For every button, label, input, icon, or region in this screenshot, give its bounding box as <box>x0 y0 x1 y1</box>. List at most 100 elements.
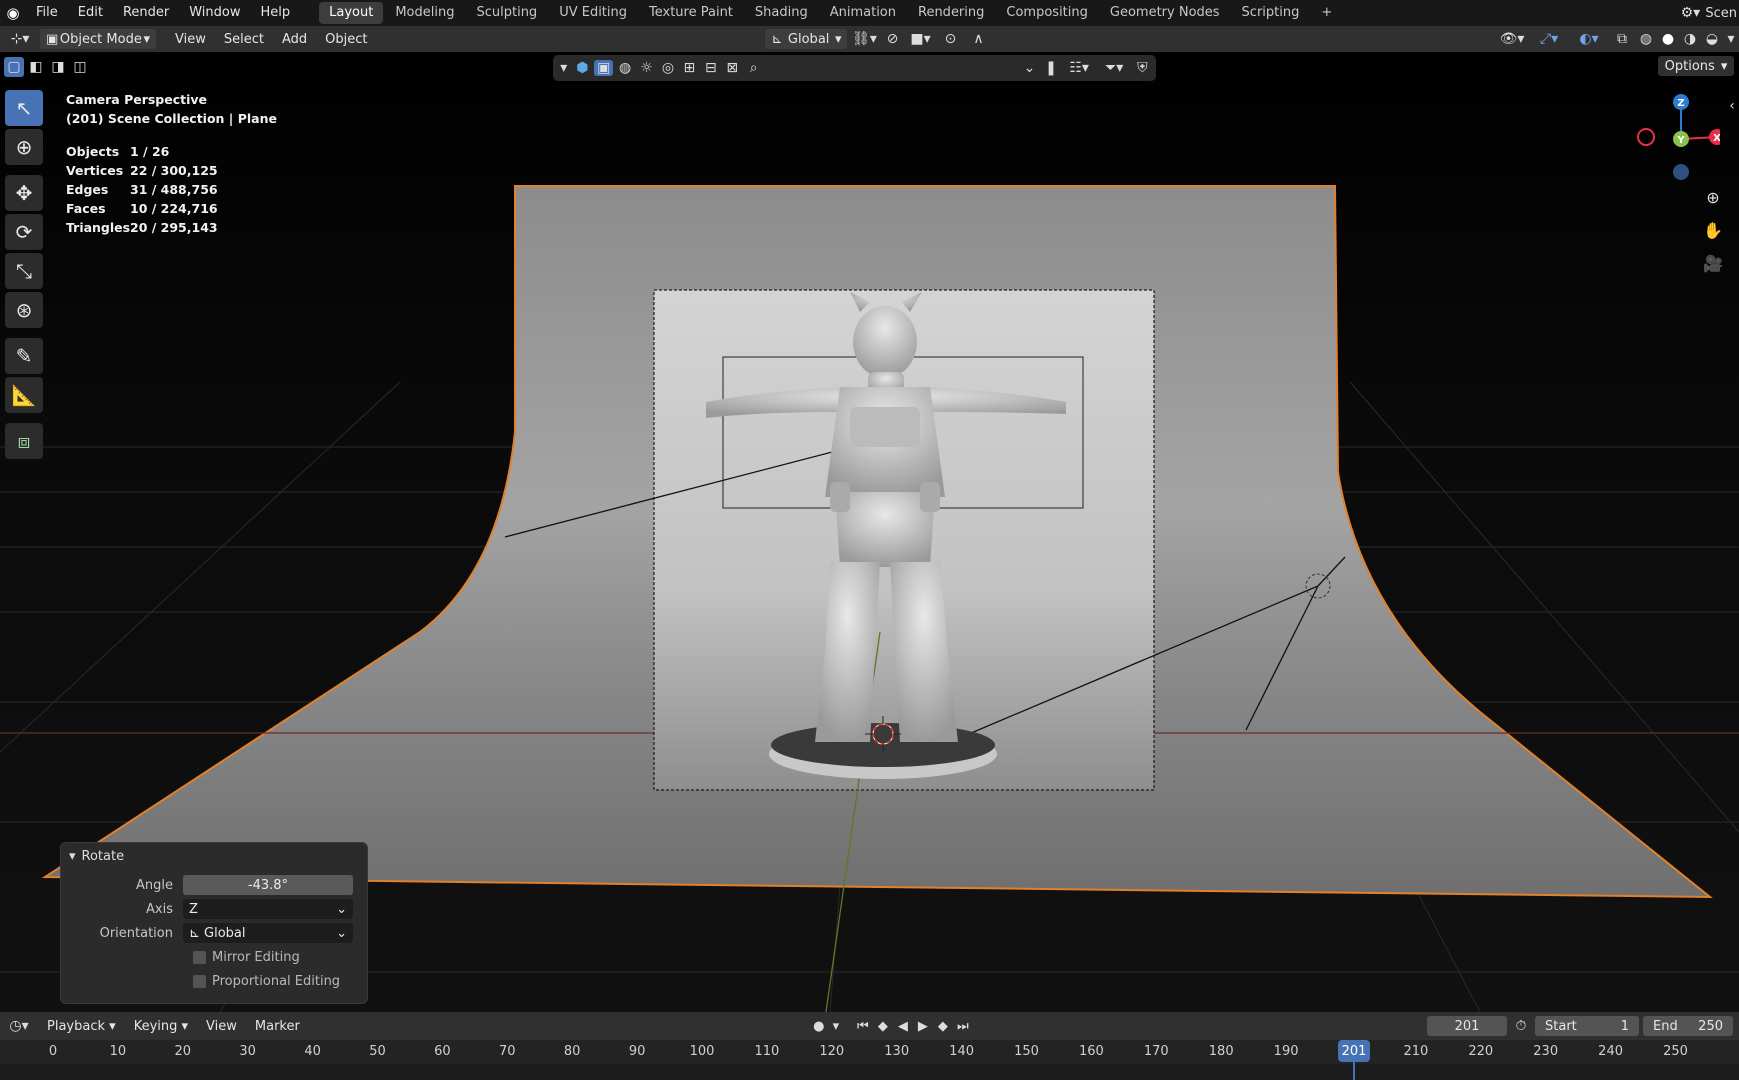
filter-light-icon[interactable]: ☼ <box>637 60 656 76</box>
visibility-icon[interactable]: 👁▾ <box>1495 31 1529 47</box>
chevron-down-icon[interactable]: ▾ <box>829 1019 843 1034</box>
scale-tool-icon[interactable]: ⤡ <box>5 253 43 289</box>
proportional-editing-checkbox[interactable]: Proportional Editing <box>193 974 340 989</box>
timeline-scrubber[interactable]: 0 10 20 30 40 50 60 70 80 90 100 110 120 130 140 150 160… <box>0 1040 1739 1080</box>
options-dropdown[interactable]: Options ▾ <box>1658 56 1734 76</box>
menu-timeline-view[interactable]: View <box>197 1019 246 1034</box>
menu-select[interactable]: Select <box>215 32 273 47</box>
camera-view-icon[interactable]: 🎥 <box>1700 250 1726 276</box>
orientation-dropdown[interactable]: ⊾ Global ⌄ <box>183 923 353 943</box>
filter-icon[interactable]: ⏷▾ <box>1098 60 1131 76</box>
sort-icon[interactable]: ⌄ <box>1020 60 1039 76</box>
add-workspace-icon[interactable]: + <box>1311 2 1342 24</box>
move-tool-icon[interactable]: ✥ <box>5 175 43 211</box>
playhead[interactable]: 201 <box>1338 1040 1370 1062</box>
search-input[interactable] <box>765 59 1017 77</box>
menu-marker[interactable]: Marker <box>246 1019 309 1034</box>
tab-rendering[interactable]: Rendering <box>908 2 994 24</box>
tab-sculpting[interactable]: Sculpting <box>466 2 547 24</box>
tab-scripting[interactable]: Scripting <box>1232 2 1310 24</box>
menu-edit[interactable]: Edit <box>68 0 113 26</box>
end-frame-field[interactable]: End 250 <box>1643 1016 1733 1036</box>
falloff-icon[interactable]: ∧ <box>963 31 993 47</box>
filter-world-icon[interactable]: ◎ <box>658 60 677 76</box>
rotate-tool-icon[interactable]: ⟳ <box>5 214 43 250</box>
overlay-icon[interactable]: ◐▾ <box>1569 31 1609 47</box>
measure-tool-icon[interactable]: 📐 <box>5 377 43 413</box>
tab-geometry-nodes[interactable]: Geometry Nodes <box>1100 2 1230 24</box>
material-shading-icon[interactable]: ◑ <box>1679 31 1701 47</box>
proportional-edit-icon[interactable]: ⊙ <box>937 31 963 47</box>
pivot-icon[interactable]: ⛓▾ <box>847 31 881 47</box>
rendered-shading-icon[interactable]: ◒ <box>1701 31 1723 47</box>
tab-compositing[interactable]: Compositing <box>996 2 1098 24</box>
tab-uv-editing[interactable]: UV Editing <box>549 2 637 24</box>
tab-modeling[interactable]: Modeling <box>385 2 464 24</box>
axis-dropdown[interactable]: Z ⌄ <box>183 899 353 919</box>
jump-start-icon[interactable]: ⏮ <box>853 1019 873 1034</box>
angle-field[interactable]: -43.8° <box>183 875 353 895</box>
snap-target-icon[interactable]: ■▾ <box>903 31 937 47</box>
editor-type-icon[interactable]: ⊹▾ <box>0 31 40 47</box>
transform-orientation-dropdown[interactable]: ⊾ Global ▾ <box>765 29 848 49</box>
shield-icon[interactable]: ⛨ <box>1133 60 1152 76</box>
select-extend-icon[interactable]: ◧ <box>26 57 46 77</box>
tab-animation[interactable]: Animation <box>820 2 906 24</box>
navigation-gizmo[interactable]: Z X Y <box>1630 92 1725 182</box>
stopwatch-icon[interactable]: ⏱ <box>1507 1018 1535 1034</box>
filter-camera-icon[interactable]: ⊞ <box>680 60 699 76</box>
record-icon[interactable]: ● <box>809 1019 829 1034</box>
tab-texture-paint[interactable]: Texture Paint <box>639 2 743 24</box>
blender-logo-icon[interactable]: ◉ <box>0 0 26 26</box>
select-subtract-icon[interactable]: ◨ <box>48 57 68 77</box>
annotate-tool-icon[interactable]: ✎ <box>5 338 43 374</box>
next-keyframe-icon[interactable]: ◆ <box>933 1019 953 1034</box>
editor-type-icon[interactable]: ◷▾ <box>0 1018 38 1034</box>
cursor-tool-icon[interactable]: ⊕ <box>5 129 43 165</box>
current-frame-field[interactable]: 201 <box>1427 1016 1507 1036</box>
play-reverse-icon[interactable]: ◀ <box>893 1019 913 1034</box>
display-mode-icon[interactable]: ☷▾ <box>1063 60 1096 76</box>
jump-end-icon[interactable]: ⏭ <box>953 1019 973 1034</box>
mode-dropdown[interactable]: ▣ Object Mode ▾ <box>40 29 156 49</box>
panel-header[interactable]: ▾ Rotate <box>61 843 367 869</box>
menu-keying[interactable]: Keying ▾ <box>125 1019 197 1034</box>
menu-playback[interactable]: Playback ▾ <box>38 1019 125 1034</box>
mirror-editing-checkbox[interactable]: Mirror Editing <box>193 950 300 965</box>
search-icon[interactable]: ⌕ <box>744 60 763 76</box>
tab-shading[interactable]: Shading <box>745 2 818 24</box>
transform-tool-icon[interactable]: ⊛ <box>5 292 43 328</box>
tab-layout[interactable]: Layout <box>319 2 384 24</box>
menu-render[interactable]: Render <box>113 0 179 26</box>
menu-object[interactable]: Object <box>316 32 376 47</box>
solid-shading-icon[interactable]: ● <box>1657 31 1679 47</box>
collapse-sidebar-icon[interactable]: ‹ <box>1726 98 1738 114</box>
pan-hand-icon[interactable]: ✋ <box>1700 217 1726 243</box>
filter-mesh-icon[interactable]: ◍ <box>615 60 634 76</box>
play-icon[interactable]: ▶ <box>913 1019 933 1034</box>
menu-view[interactable]: View <box>166 32 215 47</box>
filter-empty-icon[interactable]: ⊟ <box>701 60 720 76</box>
menu-file[interactable]: File <box>26 0 68 26</box>
object-type-icon[interactable]: ⬢ <box>573 60 592 76</box>
menu-add[interactable]: Add <box>273 32 316 47</box>
prev-keyframe-icon[interactable]: ◆ <box>873 1019 893 1034</box>
gizmo-icon[interactable]: ⤢▾ <box>1529 31 1569 47</box>
snap-icon[interactable]: ⊘ <box>881 31 903 47</box>
menu-help[interactable]: Help <box>251 0 301 26</box>
select-tool-icon[interactable]: ↖ <box>5 90 43 126</box>
chevron-down-icon[interactable]: ▾ <box>557 60 571 76</box>
start-frame-field[interactable]: Start 1 <box>1535 1016 1639 1036</box>
bookmark-icon[interactable]: ❚ <box>1041 60 1060 76</box>
menu-window[interactable]: Window <box>179 0 250 26</box>
wireframe-shading-icon[interactable]: ◍ <box>1635 31 1657 47</box>
shading-options-icon[interactable]: ▾ <box>1723 31 1739 47</box>
add-cube-tool-icon[interactable]: ⧈ <box>5 423 43 459</box>
select-intersect-icon[interactable]: ◫ <box>70 57 90 77</box>
select-box-icon[interactable]: ▣ <box>594 60 614 76</box>
filter-other-icon[interactable]: ⊠ <box>723 60 742 76</box>
xray-icon[interactable]: ⧉ <box>1609 31 1635 47</box>
select-new-icon[interactable]: ▢ <box>4 57 24 77</box>
scene-selector-icon[interactable]: ⚙▾ <box>1675 5 1705 21</box>
zoom-icon[interactable]: ⊕ <box>1700 184 1726 210</box>
